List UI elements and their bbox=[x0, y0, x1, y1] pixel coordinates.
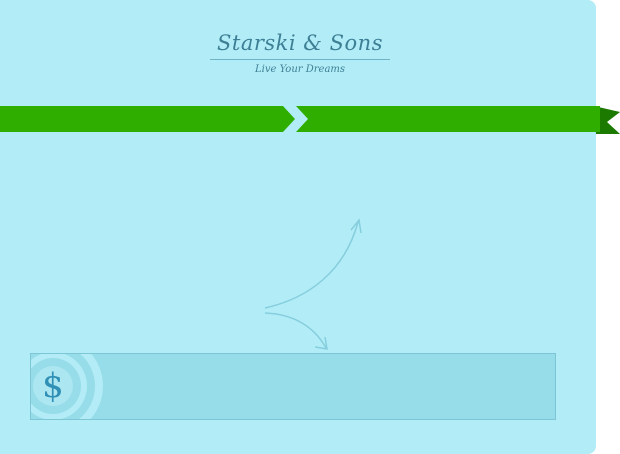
money-box: $ bbox=[30, 353, 556, 420]
brand-divider bbox=[210, 59, 390, 60]
arrow-up-curve bbox=[264, 221, 359, 309]
curved-arrows-icon bbox=[264, 218, 362, 350]
ribbon-right-segment bbox=[296, 106, 600, 132]
brand-logo: Starski & Sons Live Your Dreams bbox=[210, 28, 390, 77]
brand-name: Starski & Sons bbox=[217, 31, 383, 55]
arrow-down-curve bbox=[264, 312, 327, 349]
page: Starski & Sons Live Your Dreams $ bbox=[0, 0, 620, 454]
ribbon-banner-icon bbox=[0, 106, 620, 134]
brand-tagline: Live Your Dreams bbox=[254, 64, 346, 75]
ribbon-left-segment bbox=[0, 106, 295, 132]
dollar-icon: $ bbox=[42, 366, 64, 406]
main-card: Starski & Sons Live Your Dreams $ bbox=[0, 0, 596, 454]
